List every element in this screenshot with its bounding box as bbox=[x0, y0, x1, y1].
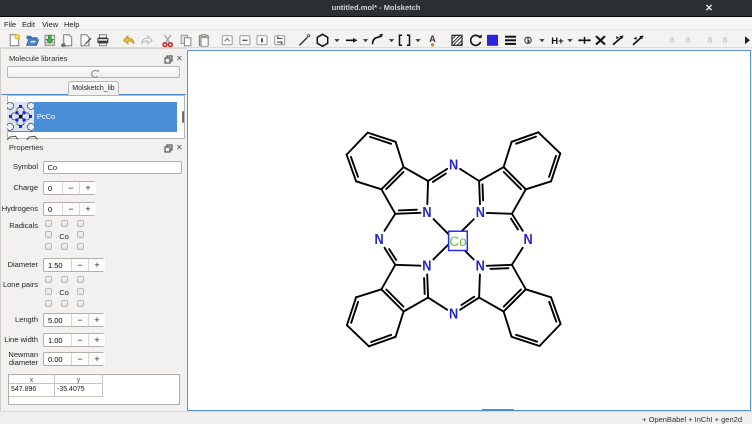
svg-text:8: 8 bbox=[670, 36, 675, 45]
svg-text:N: N bbox=[422, 258, 431, 274]
svg-text:A: A bbox=[429, 34, 436, 44]
svg-text:H+: H+ bbox=[551, 36, 564, 47]
svg-text:N: N bbox=[476, 259, 485, 275]
svg-text:8: 8 bbox=[708, 36, 713, 45]
svg-text:Co: Co bbox=[449, 234, 466, 249]
svg-text:N: N bbox=[524, 232, 533, 248]
svg-text:8: 8 bbox=[686, 36, 691, 45]
svg-text:N: N bbox=[375, 232, 384, 248]
svg-text:N: N bbox=[422, 205, 431, 221]
svg-text:N: N bbox=[449, 306, 458, 322]
svg-text:N: N bbox=[476, 205, 485, 221]
svg-text:8: 8 bbox=[723, 36, 728, 45]
svg-text:N: N bbox=[449, 157, 458, 173]
